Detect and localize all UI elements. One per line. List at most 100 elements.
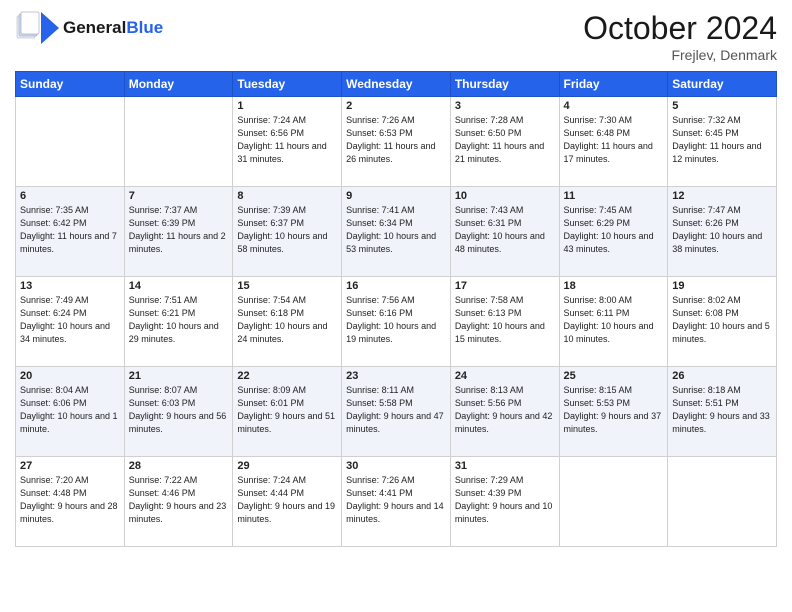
logo-general: General (63, 18, 126, 37)
weekday-header-monday: Monday (124, 72, 233, 97)
day-number: 16 (346, 280, 446, 292)
cell-content: Sunrise: 7:22 AM Sunset: 4:46 PM Dayligh… (129, 474, 229, 526)
cell-content: Sunrise: 7:26 AM Sunset: 4:41 PM Dayligh… (346, 474, 446, 526)
day-number: 11 (564, 190, 664, 202)
cell-content: Sunrise: 7:35 AM Sunset: 6:42 PM Dayligh… (20, 204, 120, 256)
cell-content: Sunrise: 8:00 AM Sunset: 6:11 PM Dayligh… (564, 294, 664, 346)
day-number: 22 (237, 370, 337, 382)
weekday-header-thursday: Thursday (450, 72, 559, 97)
calendar-cell (124, 97, 233, 187)
cell-content: Sunrise: 7:32 AM Sunset: 6:45 PM Dayligh… (672, 114, 772, 166)
month-title: October 2024 (583, 10, 777, 47)
day-number: 2 (346, 100, 446, 112)
cell-content: Sunrise: 7:47 AM Sunset: 6:26 PM Dayligh… (672, 204, 772, 256)
cell-content: Sunrise: 8:18 AM Sunset: 5:51 PM Dayligh… (672, 384, 772, 436)
calendar-cell: 26 Sunrise: 8:18 AM Sunset: 5:51 PM Dayli… (668, 367, 777, 457)
calendar-cell: 30 Sunrise: 7:26 AM Sunset: 4:41 PM Dayli… (342, 457, 451, 547)
calendar-cell: 14 Sunrise: 7:51 AM Sunset: 6:21 PM Dayli… (124, 277, 233, 367)
day-number: 1 (237, 100, 337, 112)
calendar-cell (668, 457, 777, 547)
calendar-cell: 2 Sunrise: 7:26 AM Sunset: 6:53 PM Daylig… (342, 97, 451, 187)
day-number: 3 (455, 100, 555, 112)
week-row-2: 6Sunrise: 7:35 AM Sunset: 6:42 PM Daylig… (16, 187, 777, 277)
weekday-header-wednesday: Wednesday (342, 72, 451, 97)
calendar-cell: 21 Sunrise: 8:07 AM Sunset: 6:03 PM Dayli… (124, 367, 233, 457)
day-number: 5 (672, 100, 772, 112)
calendar-cell: 16 Sunrise: 7:56 AM Sunset: 6:16 PM Dayli… (342, 277, 451, 367)
cell-content: Sunrise: 8:07 AM Sunset: 6:03 PM Dayligh… (129, 384, 229, 436)
day-number: 17 (455, 280, 555, 292)
calendar-cell: 5 Sunrise: 7:32 AM Sunset: 6:45 PM Daylig… (668, 97, 777, 187)
week-row-3: 13Sunrise: 7:49 AM Sunset: 6:24 PM Dayli… (16, 277, 777, 367)
day-number: 4 (564, 100, 664, 112)
day-number: 21 (129, 370, 229, 382)
day-number: 18 (564, 280, 664, 292)
day-number: 14 (129, 280, 229, 292)
weekday-header-row: SundayMondayTuesdayWednesdayThursdayFrid… (16, 72, 777, 97)
logo-icon (15, 10, 59, 46)
calendar-cell: 1 Sunrise: 7:24 AM Sunset: 6:56 PM Daylig… (233, 97, 342, 187)
calendar-cell: 4 Sunrise: 7:30 AM Sunset: 6:48 PM Daylig… (559, 97, 668, 187)
weekday-header-friday: Friday (559, 72, 668, 97)
calendar-cell: 3 Sunrise: 7:28 AM Sunset: 6:50 PM Daylig… (450, 97, 559, 187)
calendar-cell: 25 Sunrise: 8:15 AM Sunset: 5:53 PM Dayli… (559, 367, 668, 457)
cell-content: Sunrise: 7:28 AM Sunset: 6:50 PM Dayligh… (455, 114, 555, 166)
cell-content: Sunrise: 8:04 AM Sunset: 6:06 PM Dayligh… (20, 384, 120, 436)
cell-content: Sunrise: 7:41 AM Sunset: 6:34 PM Dayligh… (346, 204, 446, 256)
calendar-cell: 11Sunrise: 7:45 AM Sunset: 6:29 PM Dayli… (559, 187, 668, 277)
calendar-cell: 9 Sunrise: 7:41 AM Sunset: 6:34 PM Daylig… (342, 187, 451, 277)
day-number: 29 (237, 460, 337, 472)
calendar-cell: 18 Sunrise: 8:00 AM Sunset: 6:11 PM Dayli… (559, 277, 668, 367)
calendar-cell: 7Sunrise: 7:37 AM Sunset: 6:39 PM Daylig… (124, 187, 233, 277)
calendar-cell: 31Sunrise: 7:29 AM Sunset: 4:39 PM Dayli… (450, 457, 559, 547)
day-number: 9 (346, 190, 446, 202)
calendar-cell: 24Sunrise: 8:13 AM Sunset: 5:56 PM Dayli… (450, 367, 559, 457)
week-row-5: 27 Sunrise: 7:20 AM Sunset: 4:48 PM Dayli… (16, 457, 777, 547)
logo: GeneralBlue (15, 10, 163, 46)
header: GeneralBlue October 2024 Frejlev, Denmar… (15, 10, 777, 63)
day-number: 25 (564, 370, 664, 382)
cell-content: Sunrise: 7:24 AM Sunset: 6:56 PM Dayligh… (237, 114, 337, 166)
day-number: 15 (237, 280, 337, 292)
calendar-cell: 12 Sunrise: 7:47 AM Sunset: 6:26 PM Dayli… (668, 187, 777, 277)
cell-content: Sunrise: 7:54 AM Sunset: 6:18 PM Dayligh… (237, 294, 337, 346)
cell-content: Sunrise: 7:51 AM Sunset: 6:21 PM Dayligh… (129, 294, 229, 346)
calendar-cell: 29 Sunrise: 7:24 AM Sunset: 4:44 PM Dayli… (233, 457, 342, 547)
calendar-cell: 15 Sunrise: 7:54 AM Sunset: 6:18 PM Dayli… (233, 277, 342, 367)
day-number: 28 (129, 460, 229, 472)
cell-content: Sunrise: 8:15 AM Sunset: 5:53 PM Dayligh… (564, 384, 664, 436)
day-number: 30 (346, 460, 446, 472)
day-number: 12 (672, 190, 772, 202)
calendar-cell: 19Sunrise: 8:02 AM Sunset: 6:08 PM Dayli… (668, 277, 777, 367)
calendar-cell: 22Sunrise: 8:09 AM Sunset: 6:01 PM Dayli… (233, 367, 342, 457)
day-number: 26 (672, 370, 772, 382)
cell-content: Sunrise: 7:43 AM Sunset: 6:31 PM Dayligh… (455, 204, 555, 256)
day-number: 8 (237, 190, 337, 202)
cell-content: Sunrise: 7:20 AM Sunset: 4:48 PM Dayligh… (20, 474, 120, 526)
cell-content: Sunrise: 8:11 AM Sunset: 5:58 PM Dayligh… (346, 384, 446, 436)
cell-content: Sunrise: 7:26 AM Sunset: 6:53 PM Dayligh… (346, 114, 446, 166)
cell-content: Sunrise: 7:56 AM Sunset: 6:16 PM Dayligh… (346, 294, 446, 346)
calendar-cell: 28 Sunrise: 7:22 AM Sunset: 4:46 PM Dayli… (124, 457, 233, 547)
day-number: 23 (346, 370, 446, 382)
day-number: 7 (129, 190, 229, 202)
calendar-cell: 23 Sunrise: 8:11 AM Sunset: 5:58 PM Dayli… (342, 367, 451, 457)
cell-content: Sunrise: 8:02 AM Sunset: 6:08 PM Dayligh… (672, 294, 772, 346)
week-row-1: 1 Sunrise: 7:24 AM Sunset: 6:56 PM Daylig… (16, 97, 777, 187)
cell-content: Sunrise: 7:24 AM Sunset: 4:44 PM Dayligh… (237, 474, 337, 526)
page: GeneralBlue October 2024 Frejlev, Denmar… (0, 0, 792, 612)
logo-blue: Blue (126, 18, 163, 37)
cell-content: Sunrise: 7:49 AM Sunset: 6:24 PM Dayligh… (20, 294, 120, 346)
calendar-cell: 6Sunrise: 7:35 AM Sunset: 6:42 PM Daylig… (16, 187, 125, 277)
day-number: 27 (20, 460, 120, 472)
cell-content: Sunrise: 7:30 AM Sunset: 6:48 PM Dayligh… (564, 114, 664, 166)
day-number: 31 (455, 460, 555, 472)
cell-content: Sunrise: 7:58 AM Sunset: 6:13 PM Dayligh… (455, 294, 555, 346)
title-block: October 2024 Frejlev, Denmark (583, 10, 777, 63)
day-number: 10 (455, 190, 555, 202)
calendar-cell: 10 Sunrise: 7:43 AM Sunset: 6:31 PM Dayli… (450, 187, 559, 277)
weekday-header-saturday: Saturday (668, 72, 777, 97)
day-number: 20 (20, 370, 120, 382)
calendar-cell: 20 Sunrise: 8:04 AM Sunset: 6:06 PM Dayli… (16, 367, 125, 457)
cell-content: Sunrise: 8:13 AM Sunset: 5:56 PM Dayligh… (455, 384, 555, 436)
